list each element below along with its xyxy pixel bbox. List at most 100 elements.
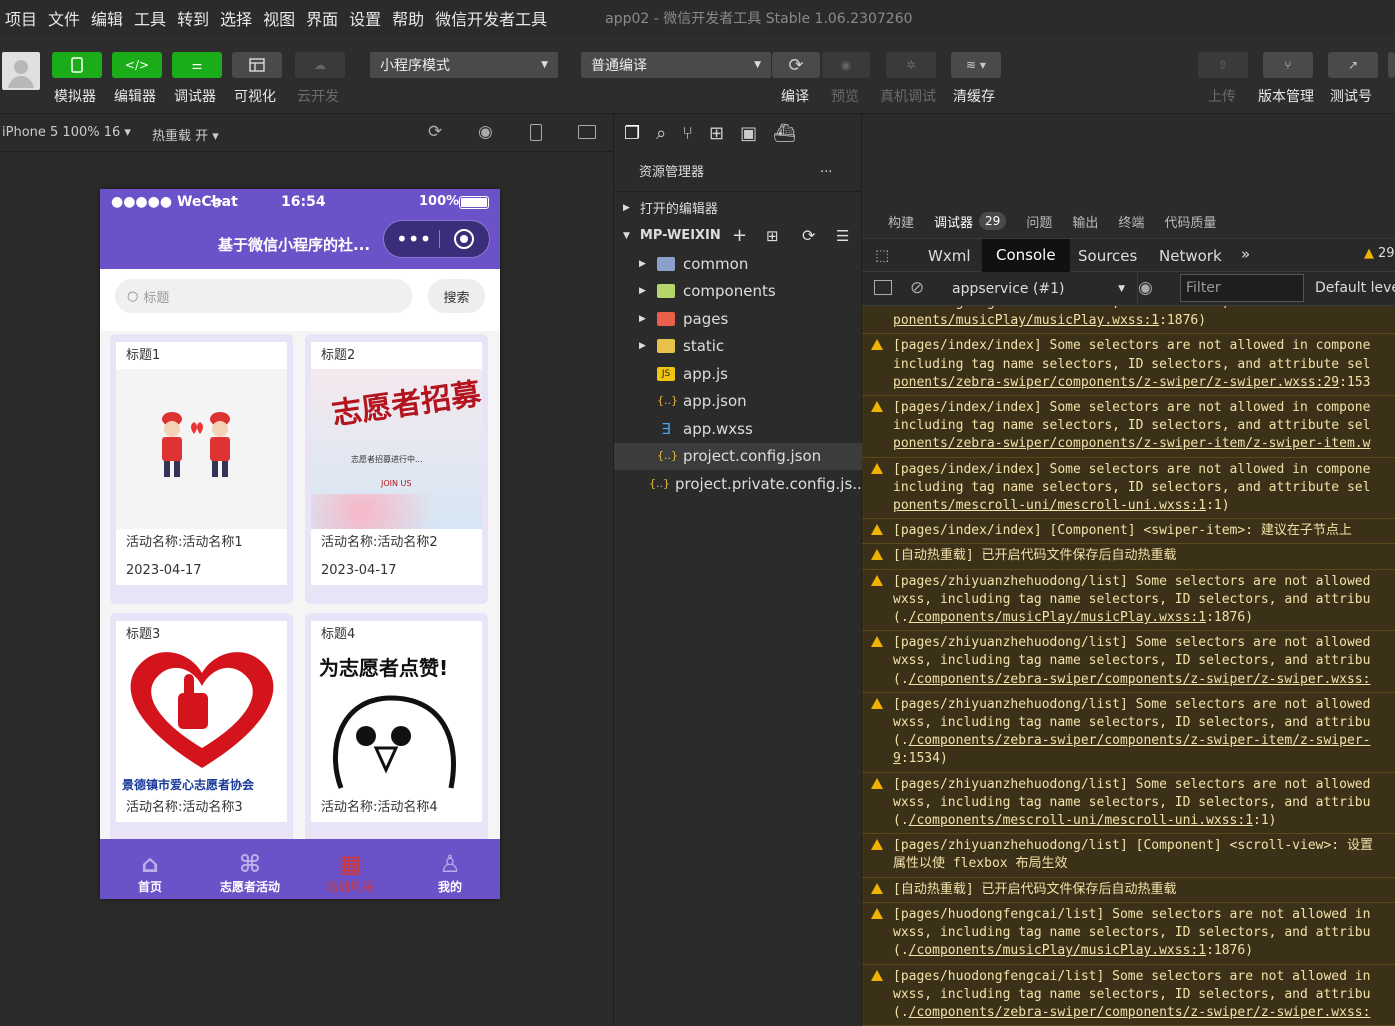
filter-input[interactable]: Filter <box>1180 274 1304 302</box>
folder-item[interactable]: ▶ common <box>614 250 863 277</box>
mode-select[interactable]: 小程序模式 ▼ <box>370 52 558 78</box>
window-icon[interactable] <box>578 125 596 139</box>
new-folder-icon[interactable]: ⊞ <box>766 227 779 245</box>
more-tabs-icon[interactable]: » <box>1241 245 1250 263</box>
editor-button[interactable]: </> <box>112 52 162 78</box>
activity-card[interactable]: 标题3 景德镇市爱心志愿者协会 活动名称:活动名称3 <box>110 613 293 853</box>
console-warning[interactable]: [pages/huodongfengcai/list] Some selecto… <box>862 903 1395 965</box>
menu-item[interactable]: 微信开发者工具 <box>432 6 550 30</box>
source-link[interactable]: ponents/zebra-swiper/components/z-swiper… <box>893 375 1339 390</box>
console-warning[interactable]: [pages/huodongfengcai/list] Some selecto… <box>862 965 1395 1026</box>
rotate-icon[interactable]: ⟳ <box>428 122 442 142</box>
file-item[interactable]: ∃ app.wxss <box>614 415 863 442</box>
log-level-select[interactable]: Default leve <box>1315 280 1395 296</box>
console-warning[interactable]: [pages/zhiyuanzhehuodong/list] Some sele… <box>862 773 1395 835</box>
real-debug-button[interactable]: ✲ <box>886 52 936 78</box>
console-warning[interactable]: [pages/index/index] Some selectors are n… <box>862 458 1395 520</box>
tab-wxml[interactable]: Wxml <box>928 247 971 265</box>
source-control-icon[interactable]: ⑂ <box>682 123 693 144</box>
folder-item[interactable]: ▶ static <box>614 333 863 360</box>
device-icon[interactable] <box>530 124 542 141</box>
storage-icon[interactable]: ▣ <box>740 123 757 144</box>
docker-icon[interactable]: ⛴ <box>773 123 796 144</box>
menu-item[interactable]: 文件 <box>45 6 83 30</box>
search-icon[interactable]: ⌕ <box>656 123 666 144</box>
project-section[interactable]: ▼ MP-WEIXIN + ⊞ ⟳ ☰ <box>614 222 863 249</box>
console-warning[interactable]: including tag name selectors, ID selecto… <box>862 306 1395 335</box>
source-link[interactable]: ponents/musicPlay/musicPlay.wxss:1 <box>893 313 1159 328</box>
source-link[interactable]: /components/zebra-swiper/components/z-sw… <box>909 672 1371 687</box>
tab-build[interactable]: 构建 <box>888 212 914 231</box>
more-toolbar-button[interactable] <box>1388 52 1395 78</box>
tab-terminal[interactable]: 终端 <box>1118 212 1144 231</box>
menu-item[interactable]: 选择 <box>217 6 255 30</box>
preview-button[interactable]: ◉ <box>822 52 870 78</box>
activity-card[interactable]: 标题1 活动名称:活动名称1 2023-04-17 <box>110 334 293 604</box>
clear-cache-button[interactable]: ≋ ▾ <box>951 52 1001 78</box>
sidebar-toggle-icon[interactable] <box>874 280 892 295</box>
stop-icon[interactable]: ◉ <box>478 122 493 142</box>
console-warning[interactable]: [pages/zhiyuanzhehuodong/list] [Componen… <box>862 834 1395 878</box>
clear-console-icon[interactable]: ⊘ <box>910 278 924 298</box>
file-item[interactable]: JS app.js <box>614 360 863 387</box>
hot-reload-select[interactable]: 热重载 开 ▾ <box>152 125 219 144</box>
menu-item[interactable]: 编辑 <box>88 6 126 30</box>
device-select[interactable]: iPhone 5 100% 16 ▾ <box>2 125 131 140</box>
file-item[interactable]: {..} app.json <box>614 388 863 415</box>
extensions-icon[interactable]: ⊞ <box>709 123 724 144</box>
menu-item[interactable]: 界面 <box>303 6 341 30</box>
menu-item[interactable]: 视图 <box>260 6 298 30</box>
tab-debugger[interactable]: 调试器 29 <box>934 212 1007 231</box>
menu-item[interactable]: 转到 <box>174 6 212 30</box>
source-link[interactable]: ponents/zebra-swiper/components/z-swiper… <box>893 436 1370 451</box>
open-editors-section[interactable]: ▶ 打开的编辑器 <box>614 194 863 221</box>
tab-code-quality[interactable]: 代码质量 <box>1164 212 1216 231</box>
cloud-button[interactable]: ☁ <box>295 52 345 78</box>
tab-console[interactable]: Console <box>982 239 1070 272</box>
source-link[interactable]: /components/zebra-swiper/components/z-sw… <box>893 733 1370 766</box>
inspect-icon[interactable]: ⬚ <box>875 246 889 264</box>
collapse-icon[interactable]: ☰ <box>836 227 849 245</box>
avatar[interactable] <box>2 52 40 90</box>
source-link[interactable]: /components/musicPlay/musicPlay.wxss:1 <box>909 943 1206 958</box>
files-icon[interactable]: ❐ <box>624 123 640 144</box>
tab-activity-style[interactable]: ▦ 活动风采 <box>300 839 400 899</box>
console-warning[interactable]: [自动热重载] 已开启代码文件保存后自动热重载 <box>862 544 1395 570</box>
debugger-button[interactable]: ⚌ <box>172 52 222 78</box>
close-miniprogram-icon[interactable] <box>454 229 474 249</box>
folder-item[interactable]: ▶ components <box>614 278 863 305</box>
source-link[interactable]: /components/mescroll-uni/mescroll-uni.wx… <box>909 813 1253 828</box>
tab-output[interactable]: 输出 <box>1072 212 1098 231</box>
compile-button[interactable]: ⟳ <box>772 52 820 78</box>
activity-card[interactable]: 标题4 为志愿者点赞! 活动名称:活动名称4 <box>305 613 488 853</box>
menu-item[interactable]: 项目 <box>2 6 40 30</box>
refresh-icon[interactable]: ⟳ <box>802 226 815 245</box>
folder-item[interactable]: ▶ pages <box>614 305 863 332</box>
console-warning[interactable]: [pages/index/index] [Component] <swiper-… <box>862 519 1395 545</box>
console-warning[interactable]: [pages/index/index] Some selectors are n… <box>862 334 1395 397</box>
menu-item[interactable]: 设置 <box>346 6 384 30</box>
menu-item[interactable]: 工具 <box>131 6 169 30</box>
file-item[interactable]: {..} project.private.config.js... <box>614 470 867 497</box>
tab-home[interactable]: ⌂ 首页 <box>100 839 200 899</box>
visual-button[interactable] <box>232 52 282 78</box>
tab-volunteer-activity[interactable]: ⌘ 志愿者活动 <box>200 839 300 899</box>
live-expression-icon[interactable]: ◉ <box>1138 278 1153 298</box>
context-select[interactable]: appservice (#1) ▼ <box>946 273 1138 304</box>
file-item[interactable]: {..} project.config.json <box>614 442 863 470</box>
console-warning[interactable]: [pages/zhiyuanzhehuodong/list] Some sele… <box>862 570 1395 632</box>
tab-issues[interactable]: 问题 <box>1026 212 1052 231</box>
source-link[interactable]: ponents/mescroll-uni/mescroll-uni.wxss:1 <box>893 498 1206 513</box>
console-warning[interactable]: [pages/zhiyuanzhehuodong/list] Some sele… <box>862 693 1395 773</box>
tab-network[interactable]: Network <box>1159 247 1222 265</box>
menu-item[interactable]: 帮助 <box>389 6 427 30</box>
search-input[interactable]: ○ 标题 <box>115 279 412 313</box>
source-link[interactable]: /components/musicPlay/musicPlay.wxss:1 <box>909 610 1206 625</box>
new-file-icon[interactable]: + <box>732 225 747 246</box>
console-warning[interactable]: [pages/index/index] Some selectors are n… <box>862 396 1395 458</box>
compile-mode-select[interactable]: 普通编译 ▼ <box>581 52 771 78</box>
tab-mine[interactable]: ♙ 我的 <box>400 839 500 899</box>
simulator-button[interactable] <box>52 52 102 78</box>
tab-sources[interactable]: Sources <box>1078 247 1137 265</box>
upload-button[interactable]: ⇧ <box>1198 52 1248 78</box>
